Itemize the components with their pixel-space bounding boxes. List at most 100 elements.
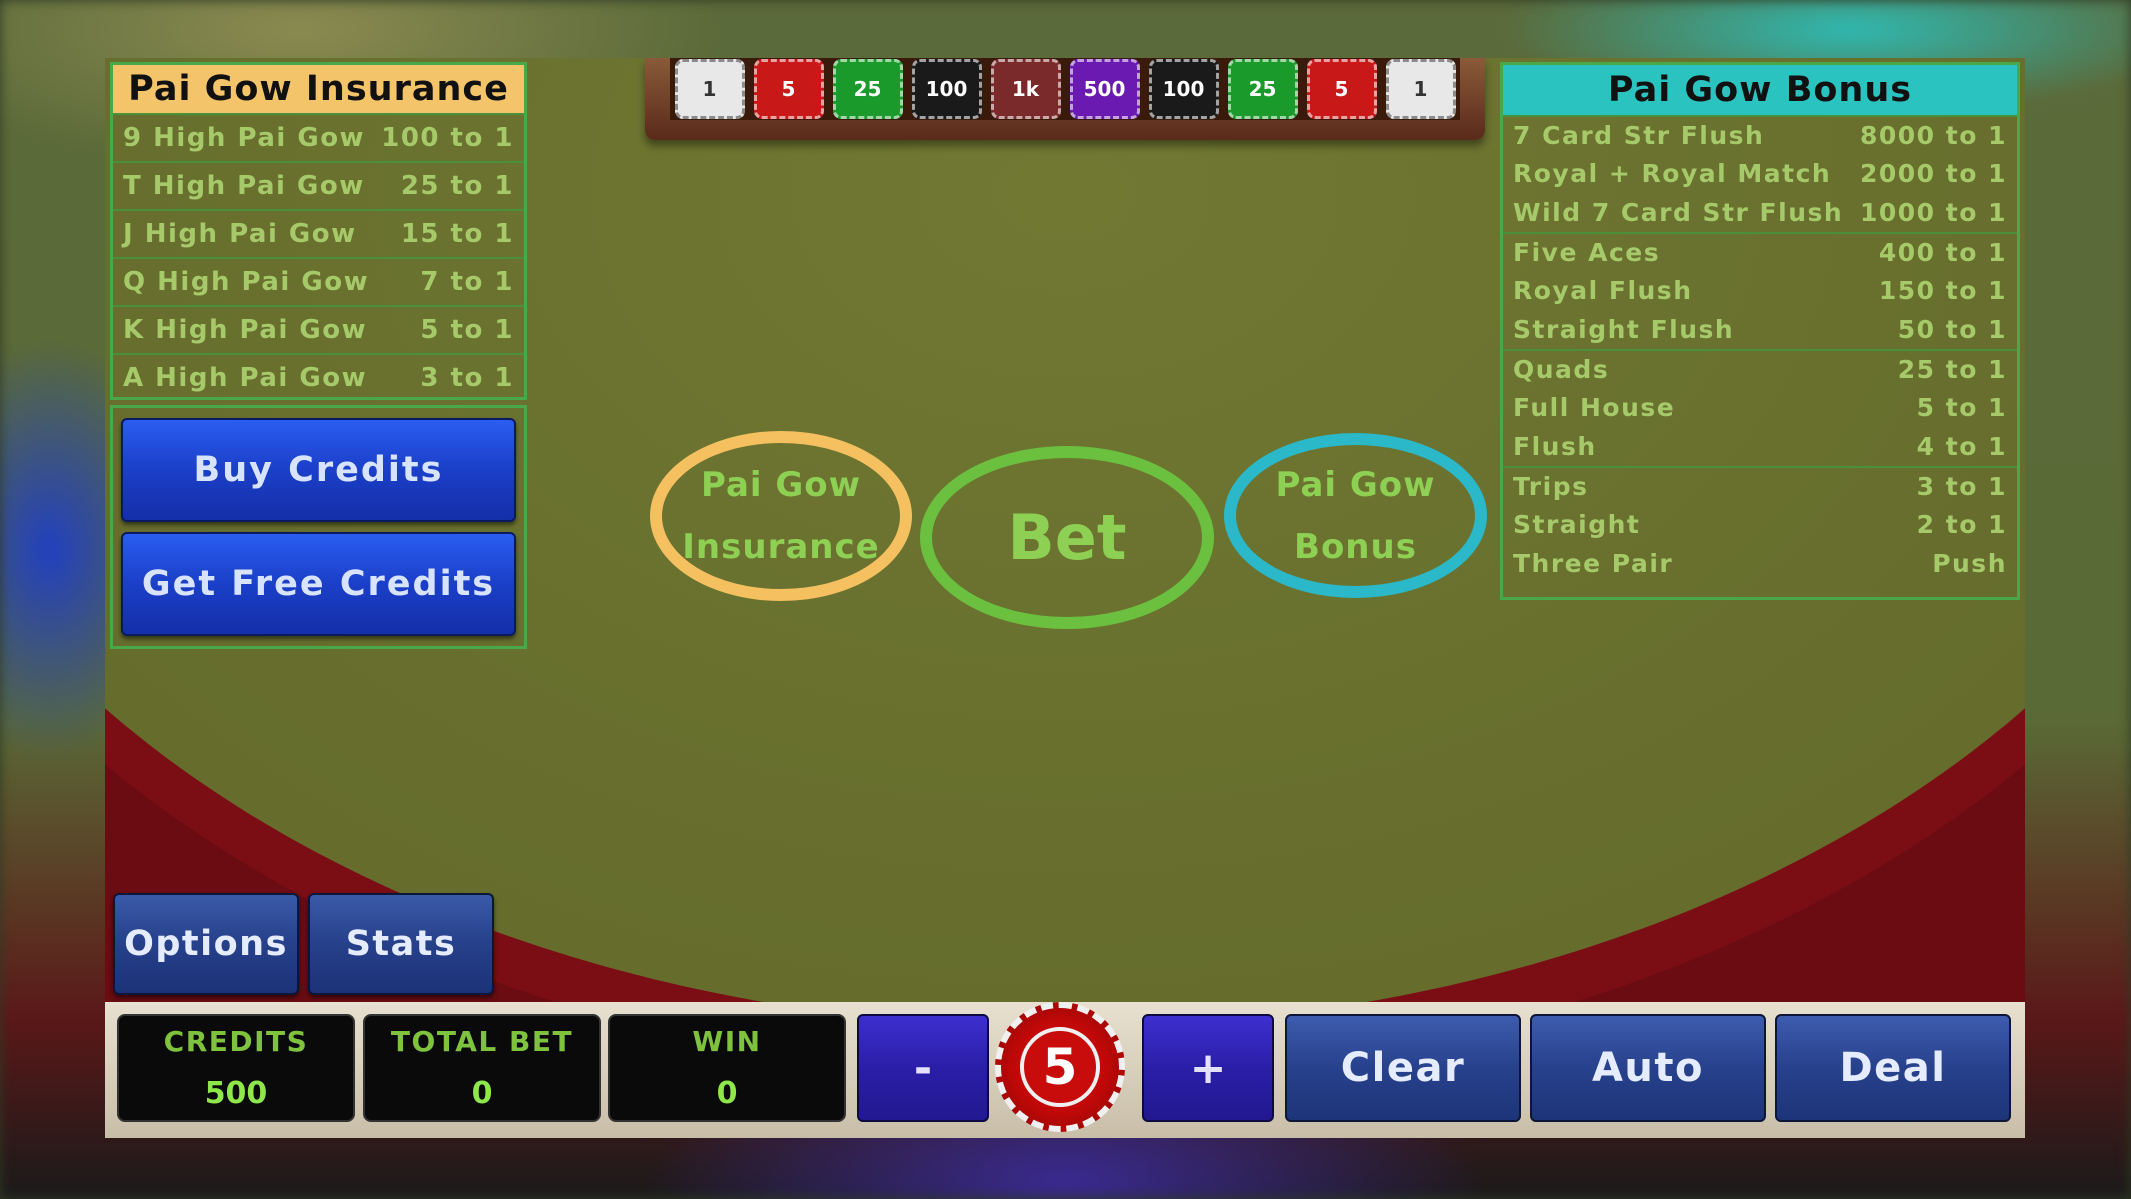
total-bet-label: TOTAL BET	[390, 1025, 574, 1058]
paytable-hand: Royal + Royal Match	[1513, 159, 1832, 188]
paytable-payout: 100 to 1	[381, 123, 514, 153]
paytable-payout: 3 to 1	[420, 363, 514, 393]
paytable-hand: Straight	[1513, 510, 1641, 539]
stats-button[interactable]: Stats	[308, 893, 494, 995]
bonus-paytable-row: Five Aces 400 to 1	[1503, 232, 2017, 271]
paytable-payout: 25 to 1	[1897, 355, 2007, 384]
win-value: 0	[716, 1076, 738, 1111]
paytable-payout: 5 to 1	[1916, 393, 2007, 422]
chip-selector[interactable]: 5	[995, 1002, 1125, 1132]
rack-chip[interactable]: 100	[911, 59, 982, 119]
insurance-paytable-title: Pai Gow Insurance	[113, 65, 524, 113]
paytable-payout: 8000 to 1	[1859, 121, 2007, 150]
total-bet-value: 0	[471, 1076, 493, 1111]
bonus-paytable-row: Wild 7 Card Str Flush 1000 to 1	[1503, 193, 2017, 232]
bonus-paytable-row: Trips 3 to 1	[1503, 466, 2017, 505]
insurance-paytable-row: J High Pai Gow 15 to 1	[113, 209, 524, 257]
deal-button[interactable]: Deal	[1775, 1014, 2011, 1122]
win-meter: WIN 0	[608, 1014, 846, 1122]
total-bet-meter: TOTAL BET 0	[363, 1014, 601, 1122]
rack-chip[interactable]: 100	[1148, 59, 1219, 119]
bonus-paytable-row: Full House 5 to 1	[1503, 388, 2017, 427]
insurance-paytable-row: 9 High Pai Gow 100 to 1	[113, 113, 524, 161]
rack-chip[interactable]: 1	[1385, 59, 1456, 119]
win-label: WIN	[692, 1025, 762, 1058]
paytable-payout: 4 to 1	[1916, 432, 2007, 461]
insurance-spot-label-top: Pai Gow	[700, 465, 862, 505]
bottom-control-bar: CREDITS 500 TOTAL BET 0 WIN 0 - 5 + Clea…	[105, 1002, 2025, 1138]
rack-chip[interactable]: 5	[1306, 59, 1377, 119]
paytable-payout: 25 to 1	[400, 171, 514, 201]
bonus-paytable-row: Straight 2 to 1	[1503, 505, 2017, 544]
insurance-paytable-row: T High Pai Gow 25 to 1	[113, 161, 524, 209]
bonus-paytable-row: Quads 25 to 1	[1503, 349, 2017, 388]
main-bet-spot[interactable]: Bet	[920, 446, 1214, 629]
rack-chip[interactable]: 500	[1069, 59, 1140, 119]
paytable-hand: K High Pai Gow	[123, 315, 368, 345]
rack-chip[interactable]: 1	[674, 59, 745, 119]
bonus-paytable-row: Straight Flush 50 to 1	[1503, 310, 2017, 349]
paytable-hand: Wild 7 Card Str Flush	[1513, 198, 1844, 227]
rack-chip[interactable]: 1k	[990, 59, 1061, 119]
paytable-hand: Quads	[1513, 355, 1610, 384]
paytable-payout: 400 to 1	[1878, 238, 2007, 267]
paytable-hand: Three Pair	[1513, 549, 1674, 578]
bet-spot-label: Bet	[1007, 501, 1127, 574]
rack-chip[interactable]: 25	[832, 59, 903, 119]
paytable-payout: Push	[1932, 549, 2007, 578]
decrease-bet-button[interactable]: -	[857, 1014, 989, 1122]
options-button[interactable]: Options	[113, 893, 299, 995]
insurance-paytable-row: Q High Pai Gow 7 to 1	[113, 257, 524, 305]
paytable-hand: Royal Flush	[1513, 276, 1693, 305]
paytable-hand: A High Pai Gow	[123, 363, 368, 393]
paytable-payout: 2000 to 1	[1859, 159, 2007, 188]
paytable-hand: Full House	[1513, 393, 1676, 422]
paytable-payout: 150 to 1	[1878, 276, 2007, 305]
paytable-hand: Q High Pai Gow	[123, 267, 370, 297]
paytable-payout: 50 to 1	[1897, 315, 2007, 344]
paytable-hand: T High Pai Gow	[123, 171, 365, 201]
paytable-hand: 9 High Pai Gow	[123, 123, 366, 153]
bonus-paytable: Pai Gow Bonus 7 Card Str Flush 8000 to 1 R…	[1500, 62, 2020, 600]
credits-value: 500	[204, 1076, 268, 1111]
bonus-bet-spot[interactable]: Pai Gow Bonus	[1224, 433, 1487, 598]
bonus-paytable-title: Pai Gow Bonus	[1503, 65, 2017, 115]
insurance-spot-label-bottom: Insurance	[682, 527, 880, 567]
credits-label: CREDITS	[163, 1025, 309, 1058]
paytable-hand: Trips	[1513, 472, 1589, 501]
paytable-payout: 3 to 1	[1916, 472, 2007, 501]
get-free-credits-button[interactable]: Get Free Credits	[121, 532, 516, 636]
bonus-spot-label-bottom: Bonus	[1294, 526, 1417, 567]
game-screen: 1 5 25 100 1k 500 100 25 5 1 Pai Gow Insurance 9 …	[105, 58, 2025, 1138]
increase-bet-button[interactable]: +	[1142, 1014, 1274, 1122]
insurance-paytable: Pai Gow Insurance 9 High Pai Gow 100 to 1…	[110, 62, 527, 400]
paytable-payout: 1000 to 1	[1859, 198, 2007, 227]
paytable-hand: 7 Card Str Flush	[1513, 121, 1765, 150]
paytable-payout: 2 to 1	[1916, 510, 2007, 539]
chip-rack-tray: 1 5 25 100 1k 500 100 25 5 1	[670, 58, 1460, 120]
insurance-bet-spot[interactable]: Pai Gow Insurance	[650, 431, 912, 601]
insurance-paytable-row: A High Pai Gow 3 to 1	[113, 353, 524, 401]
rack-chip[interactable]: 25	[1227, 59, 1298, 119]
buy-credits-button[interactable]: Buy Credits	[121, 418, 516, 522]
rack-chip[interactable]: 5	[753, 59, 824, 119]
insurance-paytable-row: K High Pai Gow 5 to 1	[113, 305, 524, 353]
paytable-hand: Flush	[1513, 432, 1597, 461]
chip-denomination: 5	[1020, 1027, 1100, 1107]
paytable-hand: Five Aces	[1513, 238, 1661, 267]
bonus-spot-label-top: Pai Gow	[1275, 464, 1436, 505]
bonus-paytable-row: 7 Card Str Flush 8000 to 1	[1503, 115, 2017, 154]
paytable-payout: 7 to 1	[420, 267, 514, 297]
paytable-payout: 5 to 1	[420, 315, 514, 345]
bonus-paytable-row: Three Pair Push	[1503, 544, 2017, 583]
clear-button[interactable]: Clear	[1285, 1014, 1521, 1122]
bonus-paytable-row: Royal + Royal Match 2000 to 1	[1503, 154, 2017, 193]
paytable-hand: Straight Flush	[1513, 315, 1735, 344]
bonus-paytable-row: Royal Flush 150 to 1	[1503, 271, 2017, 310]
credits-meter: CREDITS 500	[117, 1014, 355, 1122]
auto-button[interactable]: Auto	[1530, 1014, 1766, 1122]
credits-panel: Buy Credits Get Free Credits	[110, 405, 527, 649]
paytable-hand: J High Pai Gow	[123, 219, 357, 249]
chip-rack: 1 5 25 100 1k 500 100 25 5 1	[645, 58, 1485, 140]
paytable-payout: 15 to 1	[400, 219, 514, 249]
